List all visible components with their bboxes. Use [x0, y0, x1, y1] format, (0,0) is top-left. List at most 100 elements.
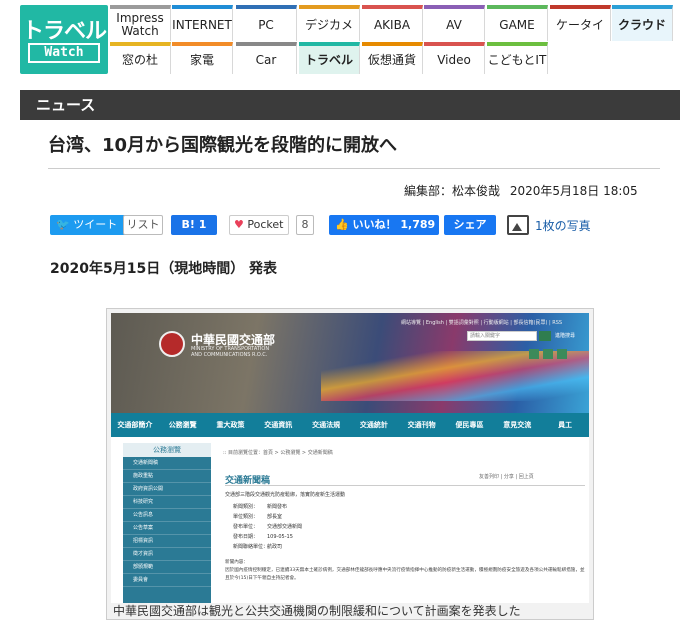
publish-datetime: 2020年5月18日 18:05 [509, 184, 638, 198]
ministry-menu-item: 員工 [558, 421, 573, 429]
pocket-icon: ♥ [234, 218, 244, 231]
nav-item[interactable]: PC [236, 5, 297, 41]
nav-item[interactable]: クラウド [612, 5, 673, 41]
nav-item[interactable]: INTERNET [172, 5, 233, 41]
ministry-sidebar-item: 公告訊息 [123, 509, 211, 522]
pocket-button[interactable]: ♥ Pocket [229, 215, 289, 235]
ministry-meta-row: 發布日期： 109-05-15 [233, 533, 293, 540]
twitter-icon: 🐦 [56, 218, 70, 231]
ministry-meta-value: 新聞發布 [267, 504, 288, 510]
facebook-like-button[interactable]: 👍 いいね！ 1,789 [329, 215, 439, 235]
thumbs-up-icon: 👍 [335, 218, 349, 231]
ministry-release-title: 交通部三階段交通觀光防疫鬆綁，落實防疫新生活運動 [225, 492, 346, 498]
ministry-menu-item: 意見交流 [503, 421, 532, 429]
ministry-menu-item: 重大政策 [216, 421, 245, 429]
ministry-name-en: MINISTRY OF TRANSPORTATION AND COMMUNICA… [191, 346, 270, 358]
nav-item[interactable]: GAME [487, 5, 548, 41]
article-title: 台湾、10月から国際観光を段階的に開放へ [48, 135, 398, 156]
ministry-breadcrumb: :: 目前瀏覽位置：首頁 > 公務瀏覽 > 交通新聞稿 [223, 450, 333, 456]
ministry-top-links: 網站導覽 | English | 雙語詞彙對照 | 行動版網站 | 部長信箱(民… [401, 320, 563, 326]
hero-banner: 中華民國交通部 MINISTRY OF TRANSPORTATION AND C… [111, 313, 589, 413]
nav-item[interactable]: トラベル [299, 42, 360, 74]
ministry-meta-row: 單位類別： 部長室 [233, 513, 282, 520]
nav-item[interactable]: Car [236, 42, 297, 74]
page: トラベル Watch Impress Watch INTERNET PC デジカメ AK… [0, 0, 681, 628]
ministry-page-tools: 友善列印 | 分享 | 回上頁 [479, 474, 534, 480]
ministry-body-text: 因於國內疫情控制穩定，已連續33天無本土確診病例，交通部林佳龍部長呼應中央流行疫… [225, 568, 585, 581]
ministry-meta-row: 新聞類別： 新聞發布 [233, 503, 287, 510]
like-label: いいね！ 1,789 [352, 218, 436, 231]
nav-item[interactable]: 仮想通貨 [362, 42, 423, 74]
ministry-advanced-search: 進階搜尋 [555, 333, 576, 339]
ministry-meta-key: 新聞類別： [233, 504, 259, 510]
twitter-list-button[interactable]: リスト [123, 215, 163, 235]
ministry-menu-item: 交通法規 [312, 421, 341, 429]
ministry-menu-item: 交通資訊 [264, 421, 293, 429]
article-figure[interactable]: 中華民國交通部 MINISTRY OF TRANSPORTATION AND C… [106, 308, 594, 620]
site-logo[interactable]: トラベル Watch [20, 5, 108, 74]
nav-item[interactable]: 窓の杜 [110, 42, 171, 74]
ministry-sidebar-item: 交通新聞稿 [123, 457, 211, 470]
ministry-body-heading: 新聞內容： [225, 560, 248, 565]
ministry-menu-item: 公務瀏覽 [168, 421, 197, 429]
ministry-menu-item: 交通刊物 [407, 421, 436, 429]
facebook-share-button[interactable]: シェア [444, 215, 496, 235]
nav-item[interactable]: AKIBA [362, 5, 423, 41]
ministry-meta-value: 109-05-15 [267, 534, 293, 540]
nav-item[interactable]: デジカメ [299, 5, 360, 41]
ministry-sidebar-item: 徵才資訊 [123, 548, 211, 561]
ministry-search-input: 請輸入關鍵字 [467, 331, 537, 341]
ministry-meta-key: 單位類別： [233, 514, 259, 520]
ministry-meta-value: 部長室 [267, 514, 283, 520]
author: 編集部：松本俊哉 [404, 184, 501, 198]
ministry-sidebar: 公務瀏覽 交通新聞稿 施政重點 政府資訊公開 科技研究 公告訊息 公告草案 招標資訊 徵才資訊… [123, 443, 211, 605]
pocket-count: 8 [296, 215, 314, 235]
ministry-sidebar-item: 招標資訊 [123, 535, 211, 548]
ministry-release-body: 新聞內容： 因於國內疫情控制穩定，已連續33天無本土確診病例，交通部林佳龍部長呼… [225, 559, 587, 583]
nav-item[interactable]: ケータイ [550, 5, 611, 41]
ministry-sidebar-item: 施政重點 [123, 470, 211, 483]
byline: 編集部：松本俊哉 2020年5月18日 18:05 [398, 182, 638, 199]
font-size-icon [543, 349, 553, 359]
nav-item[interactable]: Video [424, 42, 485, 74]
ministry-sidebar-item: 政府資訊公開 [123, 483, 211, 496]
ministry-menu-item: 交通統計 [359, 421, 388, 429]
logo-text: トラベル [21, 19, 107, 44]
title-divider [48, 168, 660, 169]
tweet-button[interactable]: 🐦 ツイート [50, 215, 126, 235]
font-size-icon [529, 349, 539, 359]
release-date-heading: 2020年5月15日（現地時間） 発表 [50, 261, 278, 277]
ministry-sidebar-title: 公務瀏覽 [123, 443, 211, 457]
nav-item[interactable]: 家電 [172, 42, 233, 74]
photo-count-link[interactable]: 1枚の写真 [535, 217, 591, 234]
hatena-bookmark-button[interactable]: B! 1 [171, 215, 217, 235]
ministry-meta-key: 發布日期： [233, 534, 259, 540]
nav-item[interactable]: Impress Watch [110, 5, 171, 41]
font-size-icon [557, 349, 567, 359]
ministry-seal-icon [159, 331, 185, 357]
ministry-menu-item: 交通部簡介 [117, 421, 153, 429]
figure-screenshot[interactable]: 中華民國交通部 MINISTRY OF TRANSPORTATION AND C… [111, 313, 589, 605]
ministry-meta-row: 新聞聯絡單位：航政司 [233, 543, 282, 550]
nav-item[interactable]: こどもとIT [487, 42, 548, 74]
ministry-menu: 交通部簡介 公務瀏覽 重大政策 交通資訊 交通法規 交通統計 交通刊物 便民專區 意見交流 員工 [111, 413, 589, 437]
ministry-search-icon [539, 331, 551, 341]
figure-caption: 中華民國交通部は観光と公共交通機関の制限緩和について計画案を発表した [107, 603, 593, 619]
ministry-menu-item: 便民專區 [455, 421, 484, 429]
ministry-sidebar-item: 公告草案 [123, 522, 211, 535]
ministry-sidebar-item: 部頒規範 [123, 561, 211, 574]
ministry-sidebar-item: 委員會 [123, 574, 211, 587]
nav-item[interactable]: AV [424, 5, 485, 41]
ministry-meta-key: 發布單位： [233, 524, 259, 530]
pocket-label: Pocket [247, 218, 284, 231]
photo-icon[interactable] [507, 215, 529, 235]
ministry-divider [225, 485, 585, 486]
section-header: ニュース [20, 90, 680, 120]
ministry-sidebar-list: 交通新聞稿 施政重點 政府資訊公開 科技研究 公告訊息 公告草案 招標資訊 徵才資訊 部頒規範委… [123, 457, 211, 587]
ministry-meta-value: 交通部交通新聞 [267, 524, 303, 530]
tweet-label: ツイート [73, 218, 118, 231]
ministry-meta-value: 航政司 [267, 544, 283, 550]
ministry-meta-row: 發布單位： 交通部交通新聞 [233, 523, 302, 530]
ministry-sidebar-item: 科技研究 [123, 496, 211, 509]
ministry-meta-key: 新聞聯絡單位： [233, 544, 269, 550]
